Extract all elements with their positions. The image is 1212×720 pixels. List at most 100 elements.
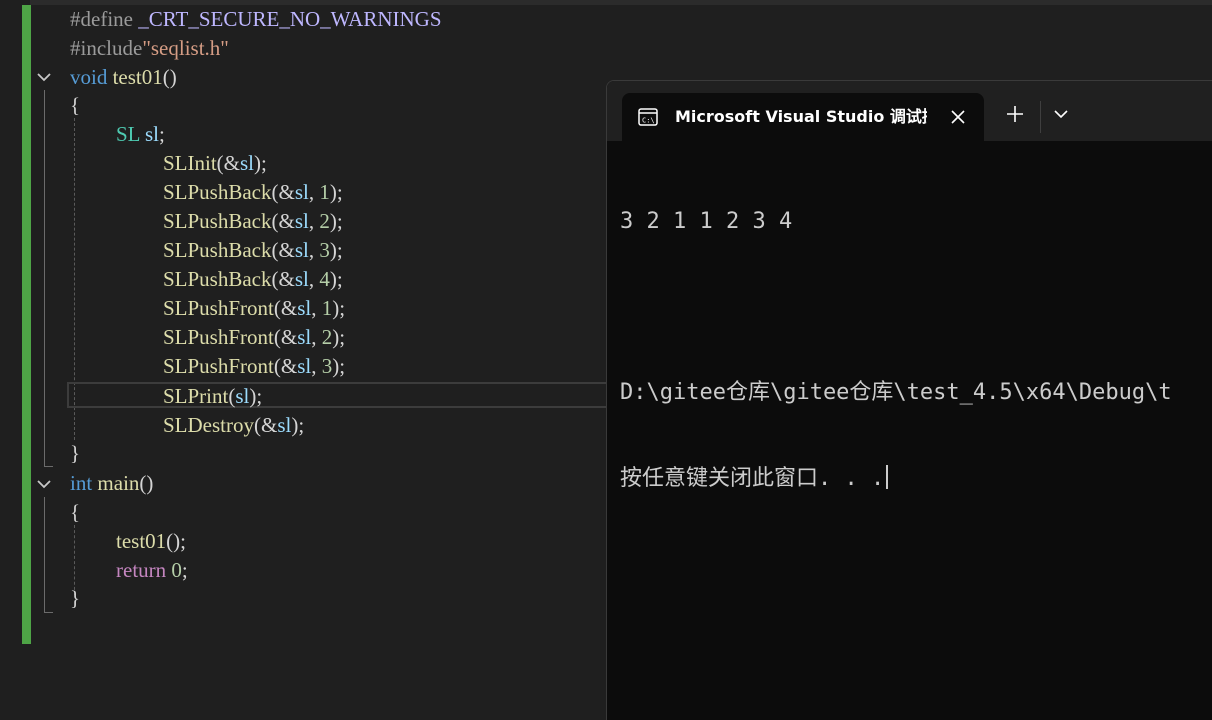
code-token: void: [70, 65, 113, 89]
code-token: sl: [294, 238, 309, 262]
code-line[interactable]: SLPushFront(&sl, 2);: [163, 323, 345, 352]
code-token: sl: [297, 354, 312, 378]
code-token: ,: [308, 209, 320, 233]
code-token: (&: [216, 151, 240, 175]
code-line[interactable]: SLInit(&sl);: [163, 149, 267, 178]
code-token: );: [329, 238, 343, 262]
code-token: );: [329, 267, 343, 291]
code-token: (&: [273, 296, 298, 320]
svg-text:C:\: C:\: [642, 117, 655, 125]
code-token: }: [70, 441, 81, 465]
code-token: 1: [319, 180, 330, 204]
fold-chevron-icon[interactable]: [35, 475, 53, 493]
code-line[interactable]: SLPushFront(&sl, 1);: [163, 294, 345, 323]
code-token: sl: [277, 413, 292, 437]
code-token: SLPushFront: [163, 325, 274, 349]
code-token: 2: [319, 209, 330, 233]
change-indicator-bar: [22, 5, 31, 644]
code-token: 4: [319, 267, 330, 291]
code-token: ,: [311, 354, 322, 378]
code-line[interactable]: {: [70, 498, 80, 527]
code-token: (&: [271, 209, 295, 233]
code-token: );: [332, 296, 346, 320]
code-line[interactable]: void test01(): [70, 63, 177, 92]
code-token: (&: [271, 238, 295, 262]
chevron-down-icon[interactable]: [1052, 105, 1070, 123]
current-line-highlight: [67, 382, 627, 408]
console-icon: C:\: [638, 108, 658, 126]
code-token: sl: [144, 122, 159, 146]
close-icon[interactable]: [947, 106, 969, 128]
code-token: return: [116, 558, 172, 582]
tab-title: Microsoft Visual Studio 调试控: [675, 107, 927, 126]
code-token: 1: [321, 296, 333, 320]
code-token: ,: [311, 296, 322, 320]
code-token: (): [162, 65, 177, 89]
code-token: ();: [166, 529, 186, 553]
code-line[interactable]: #include"seqlist.h": [70, 34, 229, 63]
code-token: );: [329, 180, 343, 204]
code-line[interactable]: SLPushBack(&sl, 1);: [163, 178, 343, 207]
code-token: {: [70, 93, 81, 117]
code-token: SLPushBack: [163, 180, 272, 204]
code-line[interactable]: }: [70, 584, 80, 613]
code-token: SLPushBack: [163, 238, 272, 262]
fold-range-line: [44, 497, 53, 613]
plus-icon[interactable]: [1004, 103, 1026, 125]
code-token: );: [329, 209, 343, 233]
code-token: #include: [70, 36, 143, 60]
console-prompt-line: 按任意键关闭此窗口. . .: [620, 464, 1212, 494]
code-line[interactable]: {: [70, 91, 80, 120]
code-token: ,: [311, 325, 322, 349]
code-token: sl: [297, 296, 312, 320]
code-line[interactable]: SLPrint(sl);: [163, 382, 262, 411]
console-line: D:\gitee仓库\gitee仓库\test_4.5\x64\Debug\t: [620, 380, 1172, 405]
code-line[interactable]: SLDestroy(&sl);: [163, 411, 304, 440]
code-token: test01: [116, 529, 167, 553]
code-token: );: [291, 413, 305, 437]
code-line[interactable]: SLPushFront(&sl, 3);: [163, 352, 345, 381]
fold-range-line: [44, 90, 53, 467]
code-token: int: [70, 471, 98, 495]
code-token: SLPushBack: [163, 209, 272, 233]
console-output[interactable]: 3 2 1 1 2 3 4 D:\gitee仓库\gitee仓库\test_4.…: [620, 151, 1212, 720]
code-token: SLDestroy: [163, 413, 254, 437]
code-token: main: [97, 471, 140, 495]
code-token: SLPrint: [163, 384, 229, 408]
code-line[interactable]: return 0;: [116, 556, 188, 585]
code-token: _CRT_SECURE_NO_WARNINGS: [138, 7, 442, 31]
code-line[interactable]: SLPushBack(&sl, 4);: [163, 265, 343, 294]
code-token: sl: [294, 267, 309, 291]
code-token: (&: [273, 325, 298, 349]
terminal-tab[interactable]: C:\ Microsoft Visual Studio 调试控: [622, 93, 984, 141]
code-token: ,: [308, 238, 320, 262]
code-token: );: [254, 151, 267, 175]
debug-console-window[interactable]: C:\ Microsoft Visual Studio 调试控 3 2 1 1 …: [606, 80, 1212, 720]
code-token: (&: [271, 267, 295, 291]
screen: #define _CRT_SECURE_NO_WARNINGS #include"…: [0, 0, 1212, 720]
code-token: sl: [294, 209, 309, 233]
code-token: 3: [321, 354, 333, 378]
code-token: test01: [112, 65, 163, 89]
code-token: SLPushBack: [163, 267, 272, 291]
fold-chevron-icon[interactable]: [35, 68, 53, 86]
code-line[interactable]: test01();: [116, 527, 186, 556]
code-token: SL: [116, 122, 145, 146]
code-line[interactable]: }: [70, 439, 80, 468]
console-line: 3 2 1 1 2 3 4: [620, 209, 793, 234]
code-token: 0: [171, 558, 182, 582]
code-token: sl: [294, 180, 309, 204]
code-token: SLPushFront: [163, 354, 274, 378]
code-line[interactable]: SL sl;: [116, 120, 165, 149]
code-token: {: [70, 500, 81, 524]
code-token: SLInit: [163, 151, 217, 175]
code-line[interactable]: int main(): [70, 469, 153, 498]
code-token: );: [332, 354, 346, 378]
code-line[interactable]: SLPushBack(&sl, 3);: [163, 236, 343, 265]
code-line[interactable]: SLPushBack(&sl, 2);: [163, 207, 343, 236]
code-token: ;: [181, 558, 188, 582]
code-token: 2: [321, 325, 333, 349]
code-token: sl: [297, 325, 312, 349]
code-line[interactable]: #define _CRT_SECURE_NO_WARNINGS: [70, 5, 442, 34]
